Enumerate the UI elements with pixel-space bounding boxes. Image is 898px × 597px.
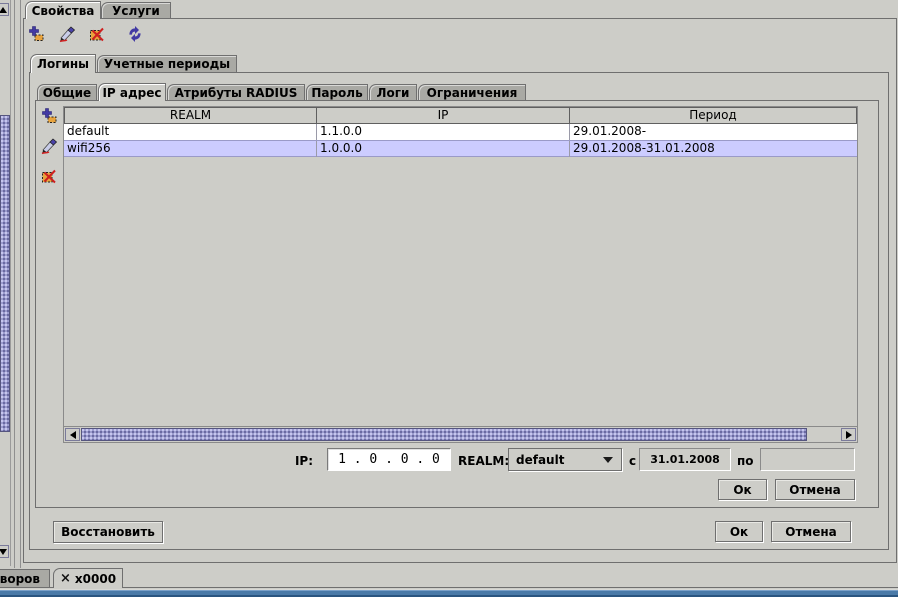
tab-radius-attributes[interactable]: Атрибуты RADIUS <box>167 84 305 100</box>
ip-input-value: 1 . 0 . 0 . 0 <box>338 452 440 467</box>
tab-limits-label: Ограничения <box>427 86 518 100</box>
cell-ip: 1.1.0.0 <box>317 124 570 140</box>
tab-password[interactable]: Пароль <box>306 84 368 100</box>
add-ip-button[interactable] <box>41 107 59 125</box>
delete-icon <box>88 25 106 43</box>
refresh-icon <box>126 25 144 43</box>
column-header-realm[interactable]: REALM <box>64 107 317 124</box>
tab-general-label: Общие <box>43 86 91 100</box>
editor-ok-button[interactable]: Ок <box>718 479 767 500</box>
table-row[interactable]: default 1.1.0.0 29.01.2008- <box>64 124 857 140</box>
cell-realm: wifi256 <box>64 141 317 157</box>
panel-cancel-button[interactable]: Отмена <box>771 521 851 542</box>
edit-login-button[interactable] <box>58 25 76 43</box>
tab-logins-label: Логины <box>37 57 89 71</box>
horizontal-scrollbar[interactable] <box>64 426 857 442</box>
scroll-down-icon <box>0 549 7 555</box>
split-divider-line <box>20 0 21 568</box>
refresh-button[interactable] <box>126 25 144 43</box>
tab-services[interactable]: Услуги <box>101 2 171 18</box>
add-icon <box>28 25 46 43</box>
column-header-ip[interactable]: IP <box>316 107 570 124</box>
vertical-scroll-thumb[interactable] <box>0 115 10 432</box>
column-header-period[interactable]: Период <box>569 107 857 124</box>
tab-account-periods[interactable]: Учетные периоды <box>97 55 237 72</box>
tab-services-label: Услуги <box>112 4 160 18</box>
date-from-button[interactable]: 31.01.2008 <box>639 448 731 471</box>
scroll-left-icon <box>70 431 76 439</box>
ip-input[interactable]: 1 . 0 . 0 . 0 <box>327 448 451 471</box>
tab-properties-label: Свойства <box>32 4 95 18</box>
tab-contracts-partial[interactable]: воров <box>0 569 50 588</box>
tab-account-periods-label: Учетные периоды <box>104 57 230 71</box>
scroll-right-button[interactable] <box>841 428 856 441</box>
cell-period: 29.01.2008-31.01.2008 <box>570 141 857 157</box>
tab-contracts-label: воров <box>0 572 40 586</box>
tab-x0000-label: x0000 <box>75 572 116 586</box>
scroll-right-icon <box>846 431 852 439</box>
restore-button[interactable]: Восстановить <box>53 521 163 543</box>
ip-table: REALM IP Период default 1.1.0.0 29.01.20… <box>63 106 858 443</box>
tab-logs-label: Логи <box>377 86 410 100</box>
realm-select-value: default <box>516 453 564 467</box>
tab-general[interactable]: Общие <box>37 84 97 100</box>
horizontal-scroll-thumb[interactable] <box>81 428 807 441</box>
add-login-button[interactable] <box>28 25 46 43</box>
table-row-selected[interactable]: wifi256 1.0.0.0 29.01.2008-31.01.2008 <box>64 140 857 157</box>
delete-ip-button[interactable] <box>40 167 58 185</box>
left-panel-scrollbar[interactable] <box>0 0 11 566</box>
realm-label: REALM: <box>458 450 509 472</box>
tab-radius-attributes-label: Атрибуты RADIUS <box>175 86 298 100</box>
scroll-up-button[interactable] <box>0 3 9 16</box>
chevron-down-icon <box>603 457 613 463</box>
split-divider-line <box>14 0 15 568</box>
close-icon[interactable]: × <box>60 572 71 585</box>
panel-ok-button[interactable]: Ок <box>715 521 763 542</box>
delete-login-button[interactable] <box>88 25 106 43</box>
date-from-label: с <box>629 450 636 472</box>
bottom-tabbar-baseline <box>0 587 898 588</box>
scroll-up-icon <box>0 7 7 13</box>
cell-realm: default <box>64 124 317 140</box>
tab-password-label: Пароль <box>311 86 362 100</box>
tab-limits[interactable]: Ограничения <box>418 84 526 100</box>
editor-cancel-button[interactable]: Отмена <box>775 479 855 500</box>
scroll-down-button[interactable] <box>0 545 9 558</box>
edit-ip-button[interactable] <box>40 137 58 155</box>
status-bar <box>0 589 898 597</box>
cell-period: 29.01.2008- <box>570 124 857 140</box>
date-to-label: по <box>737 450 754 472</box>
realm-select[interactable]: default <box>508 448 622 471</box>
scroll-left-button[interactable] <box>65 428 80 441</box>
date-to-button[interactable] <box>760 448 855 471</box>
edit-icon <box>58 25 76 43</box>
date-from-value: 31.01.2008 <box>650 453 720 466</box>
tab-logins[interactable]: Логины <box>30 54 96 73</box>
tab-ip-address[interactable]: IP адрес <box>98 83 166 101</box>
add-icon <box>41 107 59 125</box>
tab-x0000[interactable]: × x0000 <box>53 568 123 588</box>
tab-logs[interactable]: Логи <box>369 84 417 100</box>
tab-ip-address-label: IP адрес <box>102 86 161 100</box>
ip-label: IP: <box>280 450 313 472</box>
edit-icon <box>40 137 58 155</box>
delete-icon <box>40 167 58 185</box>
cell-ip: 1.0.0.0 <box>317 141 570 157</box>
tab-properties[interactable]: Свойства <box>25 1 101 19</box>
